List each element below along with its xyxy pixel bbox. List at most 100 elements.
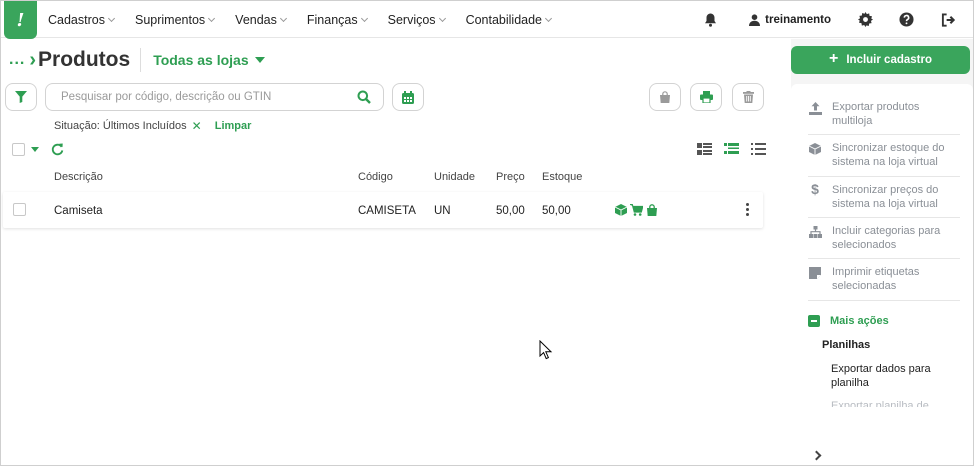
user-icon [749, 13, 761, 26]
print-button[interactable] [690, 83, 722, 111]
select-options-caret-icon[interactable] [31, 147, 39, 152]
export-spreadsheet-model-link[interactable]: Exportar planilha de [831, 399, 951, 407]
header-divider [140, 48, 142, 72]
view-compact-list-icon[interactable] [751, 143, 766, 155]
action-add-categories[interactable]: Incluir categorias para selecionados [808, 224, 960, 252]
top-right-tools: treinamento [702, 1, 973, 38]
menu-label: Vendas [235, 12, 277, 27]
column-header-estoque[interactable]: Estoque [542, 171, 582, 183]
view-mode-switcher [697, 143, 766, 155]
table-header: Descrição Código Unidade Preço Estoque [1, 169, 763, 189]
main-menu: Cadastros Suprimentos Vendas Finanças Se… [48, 1, 572, 38]
column-header-descricao[interactable]: Descrição [54, 171, 103, 183]
action-label: Incluir categorias para selecionados [832, 225, 941, 251]
action-print-labels[interactable]: Imprimir etiquetas selecionadas [808, 265, 960, 293]
user-name: treinamento [765, 13, 831, 26]
menu-label: Suprimentos [134, 12, 206, 27]
caret-down-icon [254, 57, 265, 63]
chevron-down-icon [107, 14, 116, 22]
cube-icon [808, 143, 822, 169]
logout-icon[interactable] [940, 12, 956, 28]
filter-button[interactable] [5, 83, 37, 111]
action-sync-prices[interactable]: $ Sincronizar preços do sistema na loja … [808, 182, 960, 211]
remove-filter-icon[interactable]: ✕ [192, 119, 202, 133]
page-title: Produtos [38, 48, 131, 71]
trash-icon [742, 91, 754, 103]
divider [808, 134, 960, 135]
column-header-unidade[interactable]: Unidade [434, 171, 475, 183]
action-sync-stock[interactable]: Sincronizar estoque do sistema na loja v… [808, 141, 960, 169]
delete-button[interactable] [732, 83, 764, 111]
shopping-bag-icon [647, 204, 657, 216]
view-grid-icon[interactable] [697, 143, 712, 155]
help-icon[interactable] [898, 12, 914, 28]
column-header-codigo[interactable]: Código [358, 171, 393, 183]
menu-label: Finanças [306, 12, 358, 27]
app-logo[interactable]: ! [4, 1, 37, 39]
shopping-bag-icon [660, 91, 670, 103]
upload-icon [808, 102, 822, 128]
chevron-right-icon[interactable] [811, 450, 822, 461]
table-row[interactable]: Camiseta CAMISETA UN 50,00 50,00 [3, 192, 763, 228]
divider [808, 258, 960, 259]
user-menu[interactable]: treinamento [749, 14, 831, 26]
column-header-preco[interactable]: Preço [496, 171, 525, 183]
menu-label: Contabilidade [465, 12, 543, 27]
divider [808, 300, 960, 301]
collapse-icon [808, 315, 820, 327]
cell-codigo: CAMISETA [358, 205, 416, 217]
cube-icon [615, 204, 627, 216]
refresh-icon[interactable] [51, 143, 64, 156]
action-export-multistore[interactable]: Exportar produtos multiloja [808, 100, 960, 128]
action-label: Sincronizar estoque do sistema na loja v… [832, 142, 945, 168]
store-selector[interactable]: Todas as lojas [153, 52, 265, 68]
menu-contabilidade[interactable]: Contabilidade [465, 12, 553, 27]
selection-toolbar [12, 143, 64, 156]
main-content: ... › Produtos Todas as lojas Si [1, 39, 776, 465]
row-more-icon[interactable] [746, 203, 750, 218]
top-navbar: ! Cadastros Suprimentos Vendas Finanças … [1, 1, 973, 39]
row-checkbox[interactable] [13, 203, 26, 216]
cell-unidade: UN [434, 205, 451, 217]
menu-financas[interactable]: Finanças [306, 12, 368, 27]
view-detailed-list-icon[interactable] [724, 143, 739, 155]
add-record-button[interactable]: + Incluir cadastro [791, 46, 970, 74]
app-window: ! Cadastros Suprimentos Vendas Finanças … [0, 0, 974, 466]
search-box [45, 83, 384, 111]
select-all-checkbox[interactable] [12, 143, 25, 156]
active-filter: Situação: Últimos Incluídos ✕ Limpar [54, 119, 251, 133]
chevron-down-icon [279, 14, 287, 22]
date-filter-button[interactable] [392, 83, 424, 111]
bell-icon[interactable] [702, 12, 718, 28]
shop-button[interactable] [649, 83, 681, 111]
menu-servicos[interactable]: Serviços [388, 13, 446, 27]
gear-icon[interactable] [857, 12, 873, 28]
action-label: Imprimir etiquetas selecionadas [832, 266, 920, 292]
divider [808, 176, 960, 177]
printer-icon [699, 91, 713, 103]
divider [808, 217, 960, 218]
menu-vendas[interactable]: Vendas [235, 12, 287, 27]
action-label: Exportar produtos multiloja [832, 101, 920, 127]
chevron-down-icon [438, 14, 446, 22]
clear-filters-link[interactable]: Limpar [215, 120, 252, 132]
actions-card: Exportar produtos multiloja Sincronizar … [791, 84, 973, 465]
more-actions-toggle[interactable]: Mais ações [808, 315, 889, 327]
search-input[interactable] [61, 91, 351, 103]
calendar-icon [402, 90, 414, 104]
filter-label: Situação: Últimos Incluídos [54, 120, 187, 132]
export-spreadsheet-link[interactable]: Exportar dados para planilha [831, 362, 951, 390]
row-status-icons [615, 204, 658, 216]
spreadsheets-section-title: Planilhas [822, 339, 871, 351]
menu-cadastros[interactable]: Cadastros [48, 13, 116, 27]
search-icon[interactable] [357, 90, 371, 107]
cart-icon [630, 204, 643, 216]
breadcrumb[interactable]: ... [9, 51, 25, 69]
filter-icon [15, 91, 27, 103]
mouse-cursor-icon [539, 340, 553, 360]
chevron-down-icon [208, 14, 216, 22]
action-label: Sincronizar preços do sistema na loja vi… [832, 184, 939, 210]
menu-suprimentos[interactable]: Suprimentos [134, 12, 216, 27]
plus-icon: + [829, 50, 839, 67]
chevron-down-icon [360, 14, 368, 22]
